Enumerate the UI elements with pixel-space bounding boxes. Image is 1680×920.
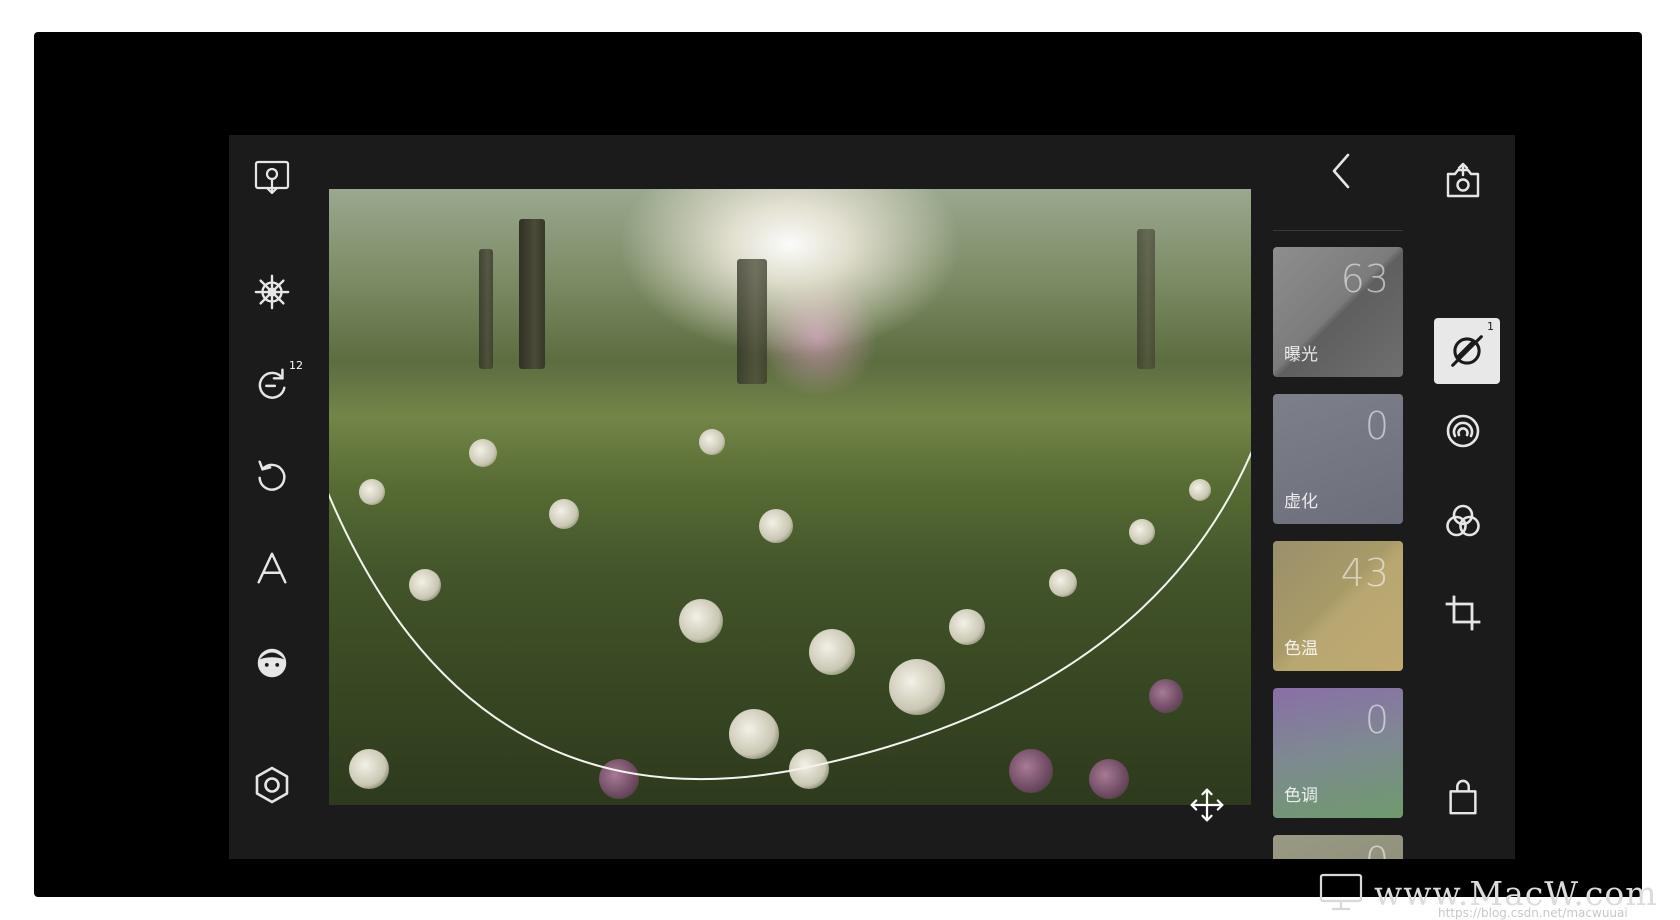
import-photo-button[interactable] <box>249 155 295 201</box>
share-icon <box>1446 162 1480 198</box>
history-icon <box>258 368 286 399</box>
adjust-card-temperature[interactable]: 43 色温 <box>1273 541 1403 671</box>
crop-icon <box>1445 595 1481 631</box>
adjust-card-value: 0 <box>1365 839 1389 859</box>
adjust-tool-button-active[interactable]: 1 <box>1434 318 1500 384</box>
adjust-card-value: 43 <box>1340 551 1389 595</box>
rail-divider <box>1273 230 1403 231</box>
text-tool-button[interactable] <box>249 545 295 591</box>
face-icon <box>257 648 287 678</box>
history-button[interactable]: 12 <box>249 359 303 407</box>
filter-tool-button[interactable] <box>1437 495 1489 547</box>
share-button[interactable] <box>1437 155 1489 207</box>
back-icon <box>1332 153 1350 189</box>
vignette-icon <box>1446 414 1480 448</box>
crop-tool-button[interactable] <box>1437 587 1489 639</box>
photo-canvas[interactable] <box>329 189 1251 805</box>
adjust-icon <box>1451 335 1483 367</box>
move-handle[interactable] <box>1187 785 1227 825</box>
adjust-card-value: 0 <box>1364 698 1389 742</box>
rotate-button[interactable] <box>249 453 295 499</box>
adjust-card-partial[interactable]: 0 <box>1273 835 1403 859</box>
rotate-icon <box>258 460 286 491</box>
photo-editor-window: 12 63 曝光 0 虚化 43 色温 0 色调 1 <box>229 135 1515 859</box>
monitor-logo-icon <box>1319 873 1363 911</box>
wheel-icon <box>254 274 290 310</box>
adjust-card-label: 虚化 <box>1284 492 1318 512</box>
vignette-tool-button[interactable] <box>1437 405 1489 457</box>
settings-button[interactable] <box>249 762 295 808</box>
adjust-card-exposure[interactable]: 63 曝光 <box>1273 247 1403 377</box>
adjust-card-value: 0 <box>1364 404 1389 448</box>
store-button[interactable] <box>1437 772 1489 824</box>
import-icon <box>254 160 290 195</box>
site-watermark: www.MacW.com https://blog.csdn.net/macwu… <box>1318 872 1680 920</box>
undo-count-badge: 12 <box>289 359 303 372</box>
move-icon <box>1190 788 1224 822</box>
adjust-card-label: 色温 <box>1284 639 1318 659</box>
active-count-badge: 1 <box>1487 320 1494 333</box>
adjust-card-label: 曝光 <box>1284 345 1318 365</box>
bag-icon <box>1449 779 1477 815</box>
watermark-url: https://blog.csdn.net/macwuuai <box>1438 906 1628 920</box>
back-button[interactable] <box>1322 149 1362 193</box>
adjust-card-blur[interactable]: 0 虚化 <box>1273 394 1403 524</box>
adjust-card-tint[interactable]: 0 色调 <box>1273 688 1403 818</box>
radial-adjust-curve[interactable] <box>329 189 1251 805</box>
face-tool-button[interactable] <box>249 640 295 686</box>
filter-icon <box>1446 504 1480 537</box>
wheel-tool-button[interactable] <box>249 269 295 315</box>
adjust-card-label: 色调 <box>1284 786 1318 806</box>
text-icon <box>257 552 287 584</box>
settings-icon <box>255 766 289 804</box>
adjust-card-value: 63 <box>1340 257 1389 301</box>
screenshot-frame: 12 63 曝光 0 虚化 43 色温 0 色调 1 <box>34 32 1642 897</box>
